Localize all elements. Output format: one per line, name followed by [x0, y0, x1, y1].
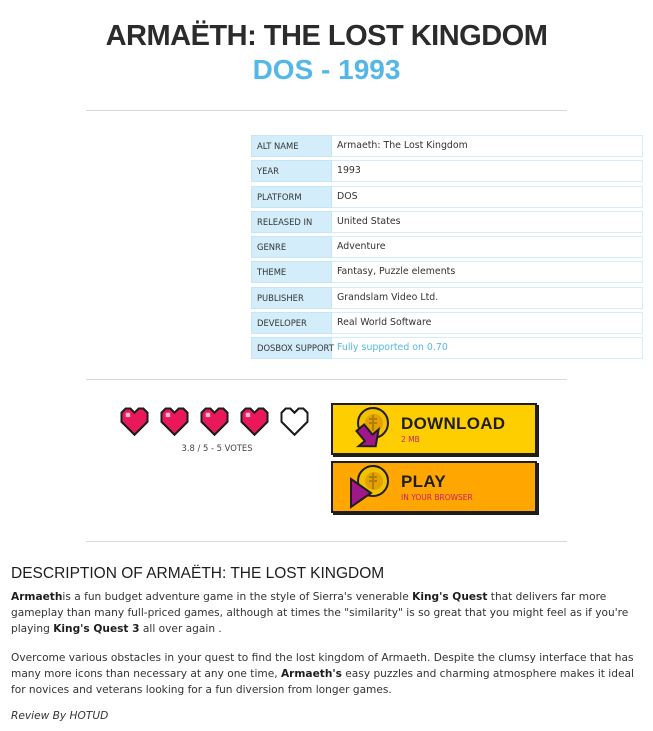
info-value: Armaeth: The Lost Kingdom: [332, 135, 643, 157]
heart-empty-icon[interactable]: [277, 405, 312, 438]
page-subtitle: DOS - 1993: [252, 54, 401, 85]
info-row-dosbox-support: DOSBOX SUPPORT Fully supported on 0.70: [251, 337, 643, 360]
dosbox-support-link[interactable]: Fully supported on 0.70: [332, 337, 643, 360]
info-key: PUBLISHER: [251, 286, 332, 309]
review-credit: Review By HOTUD: [11, 710, 109, 722]
play-icon: [350, 465, 389, 509]
download-size: 2 MB: [401, 435, 420, 444]
game-name-bold: Armaeth: [11, 591, 63, 603]
description-paragraph: Overcome various obstacles in your quest…: [11, 650, 641, 698]
play-button[interactable]: PLAY IN YOUR BROWSER: [331, 461, 537, 513]
download-label: DOWNLOAD: [401, 414, 506, 433]
info-table: ALT NAME Armaeth: The Lost Kingdom YEAR …: [251, 135, 643, 363]
text: is a fun budget adventure game in the st…: [62, 591, 413, 603]
info-value: Fantasy, Puzzle elements: [332, 261, 643, 284]
info-row-released-in: RELEASED IN United States: [251, 210, 643, 233]
info-row-year: YEAR 1993: [251, 160, 643, 183]
reference-bold: King's Quest: [412, 591, 488, 603]
info-row-publisher: PUBLISHER Grandslam Video Ltd.: [251, 286, 643, 309]
game-name-bold: Armaeth's: [280, 668, 342, 680]
info-value: Real World Software: [332, 312, 643, 335]
description-heading: DESCRIPTION OF ARMAËTH: THE LOST KINGDOM: [11, 565, 385, 582]
info-key: RELEASED IN: [251, 210, 332, 233]
divider: [86, 379, 567, 380]
info-row-theme: THEME Fantasy, Puzzle elements: [251, 261, 643, 284]
info-key: PLATFORM: [251, 185, 332, 208]
votes-text: 3.8 / 5 - 5 VOTES: [181, 443, 253, 453]
heart-filled-icon[interactable]: [197, 405, 232, 438]
info-value: DOS: [332, 185, 643, 208]
info-row-genre: GENRE Adventure: [251, 236, 643, 259]
play-sub: IN YOUR BROWSER: [401, 493, 473, 502]
heart-filled-icon[interactable]: [157, 405, 192, 438]
rating-hearts[interactable]: [117, 405, 312, 438]
play-label: PLAY: [401, 472, 446, 491]
info-row-developer: DEVELOPER Real World Software: [251, 312, 643, 335]
info-key: THEME: [251, 261, 332, 284]
info-row-platform: PLATFORM DOS: [251, 185, 643, 208]
download-arrow-icon: [355, 407, 389, 448]
download-button[interactable]: DOWNLOAD 2 MB: [331, 403, 537, 455]
info-key: DOSBOX SUPPORT: [251, 337, 334, 360]
heart-filled-icon[interactable]: [117, 405, 152, 438]
page-title: ARMAËTH: THE LOST KINGDOM: [105, 20, 548, 52]
info-value: 1993: [332, 160, 643, 183]
info-value: Grandslam Video Ltd.: [332, 286, 643, 309]
info-row-alt-name: ALT NAME Armaeth: The Lost Kingdom: [251, 135, 643, 157]
description-paragraph: Armaethis a fun budget adventure game in…: [11, 589, 641, 637]
info-key: YEAR: [251, 160, 332, 183]
text: all over again .: [139, 623, 222, 635]
divider: [86, 110, 567, 111]
info-key: GENRE: [251, 236, 332, 259]
heart-filled-icon[interactable]: [237, 405, 272, 438]
info-key: DEVELOPER: [251, 312, 332, 335]
info-value: Adventure: [332, 236, 643, 259]
reference-bold: King's Quest 3: [53, 623, 140, 635]
divider: [86, 541, 567, 542]
info-key: ALT NAME: [251, 135, 332, 157]
info-value: United States: [332, 210, 643, 233]
